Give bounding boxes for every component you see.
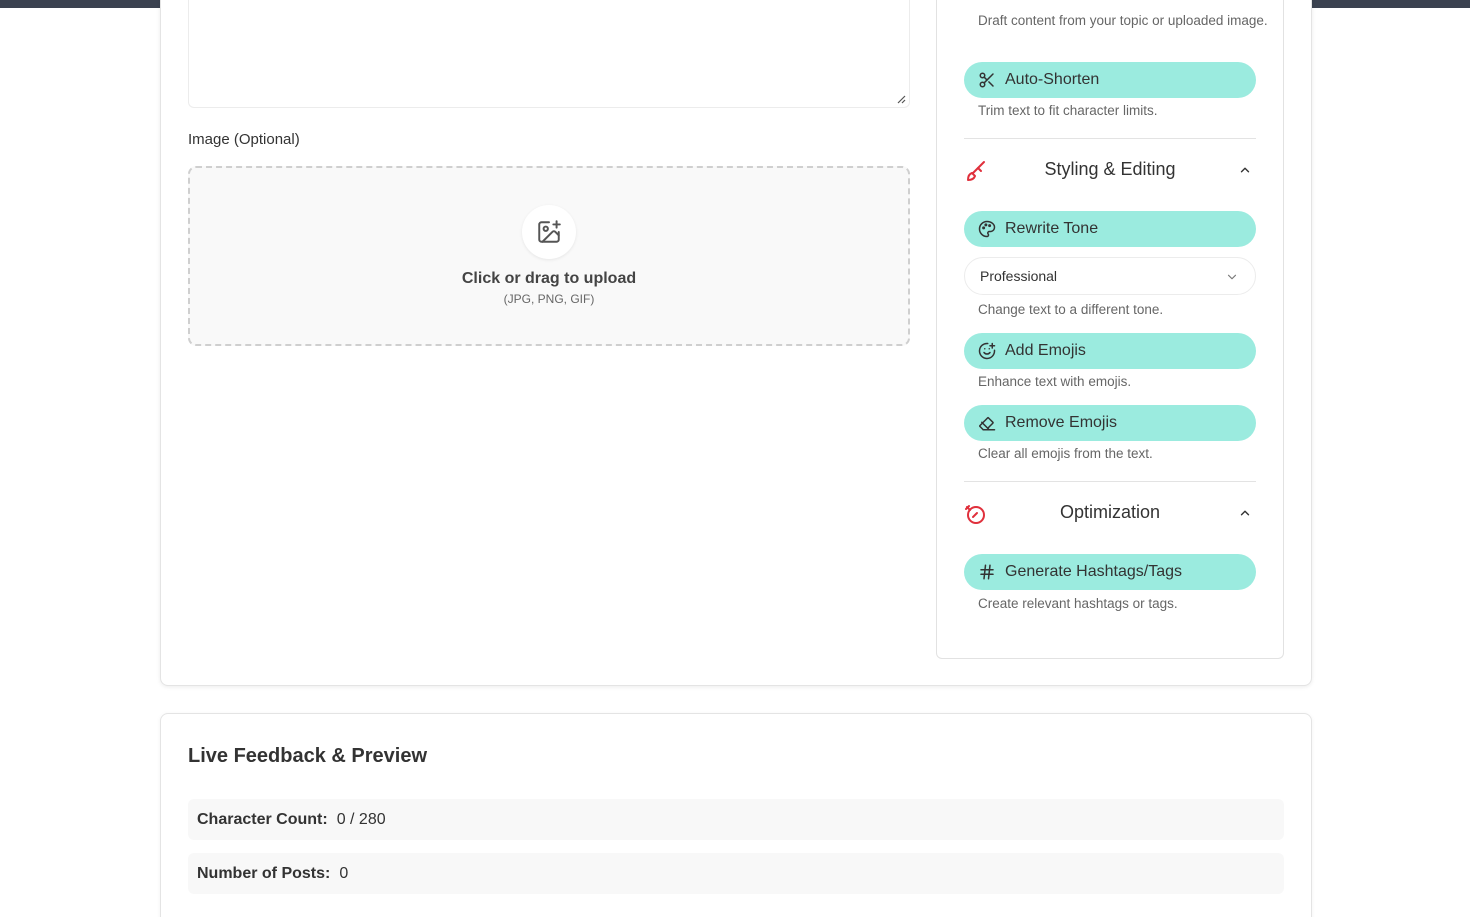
- add-emojis-button[interactable]: Add Emojis: [964, 333, 1256, 369]
- styling-section-title: Styling & Editing: [1044, 159, 1176, 179]
- content-textarea[interactable]: [188, 0, 910, 108]
- scissors-icon: [978, 71, 996, 89]
- section-divider: [964, 138, 1256, 139]
- image-label: Image (Optional): [188, 131, 300, 148]
- rewrite-tone-description: Change text to a different tone.: [978, 302, 1164, 317]
- composer-card: Image (Optional) Click or drag to upload…: [160, 0, 1312, 686]
- rewrite-tone-label: Rewrite Tone: [1005, 220, 1099, 237]
- palette-icon: [978, 220, 996, 238]
- section-divider: [964, 481, 1256, 482]
- character-count-value: 0 / 280: [336, 810, 386, 828]
- character-count-row: Character Count: 0 / 280: [188, 799, 1284, 840]
- post-count-label: Number of Posts:: [197, 864, 331, 882]
- hash-icon: [978, 563, 996, 581]
- tone-select[interactable]: Professional: [964, 257, 1256, 295]
- auto-shorten-button[interactable]: Auto-Shorten: [964, 62, 1256, 98]
- optimization-section-title: Optimization: [1059, 502, 1161, 522]
- eraser-icon: [978, 414, 996, 432]
- feedback-title: Live Feedback & Preview: [188, 745, 428, 767]
- live-feedback-card: Live Feedback & Preview Character Count:…: [160, 713, 1312, 917]
- character-count-label: Character Count:: [197, 810, 328, 828]
- styling-section-header[interactable]: Styling & Editing: [964, 155, 1256, 185]
- generate-hashtags-label: Generate Hashtags/Tags: [1005, 563, 1182, 580]
- remove-emojis-button[interactable]: Remove Emojis: [964, 405, 1256, 441]
- tone-selected-value: Professional: [980, 268, 1058, 284]
- generate-hashtags-description: Create relevant hashtags or tags.: [978, 596, 1178, 611]
- chevron-up-icon[interactable]: [1238, 506, 1252, 520]
- auto-shorten-label: Auto-Shorten: [1005, 71, 1100, 88]
- auto-shorten-description: Trim text to fit character limits.: [978, 103, 1158, 118]
- add-emojis-description: Enhance text with emojis.: [978, 374, 1132, 389]
- image-plus-icon: [538, 220, 561, 243]
- chevron-down-icon: [1227, 274, 1237, 280]
- resize-grip-icon[interactable]: [896, 94, 906, 104]
- draft-description: Draft content from your topic or uploade…: [978, 13, 1268, 28]
- ai-tools-panel: Draft content from your topic or uploade…: [936, 0, 1284, 659]
- remove-emojis-label: Remove Emojis: [1005, 414, 1118, 431]
- upload-hint: (JPG, PNG, GIF): [503, 292, 595, 306]
- add-emojis-label: Add Emojis: [1005, 342, 1086, 359]
- chevron-up-icon[interactable]: [1238, 163, 1252, 177]
- generate-hashtags-button[interactable]: Generate Hashtags/Tags: [964, 554, 1256, 590]
- image-upload-dropzone[interactable]: Click or drag to upload (JPG, PNG, GIF): [188, 166, 910, 346]
- remove-emojis-description: Clear all emojis from the text.: [978, 446, 1153, 461]
- upload-title: Click or drag to upload: [461, 270, 637, 287]
- post-count-row: Number of Posts: 0: [188, 853, 1284, 894]
- optimization-section-header[interactable]: Optimization: [964, 498, 1256, 528]
- smile-plus-icon: [978, 342, 996, 360]
- upload-icon-badge: [522, 205, 576, 259]
- rewrite-tone-button[interactable]: Rewrite Tone: [964, 211, 1256, 247]
- post-count-value: 0: [339, 864, 349, 882]
